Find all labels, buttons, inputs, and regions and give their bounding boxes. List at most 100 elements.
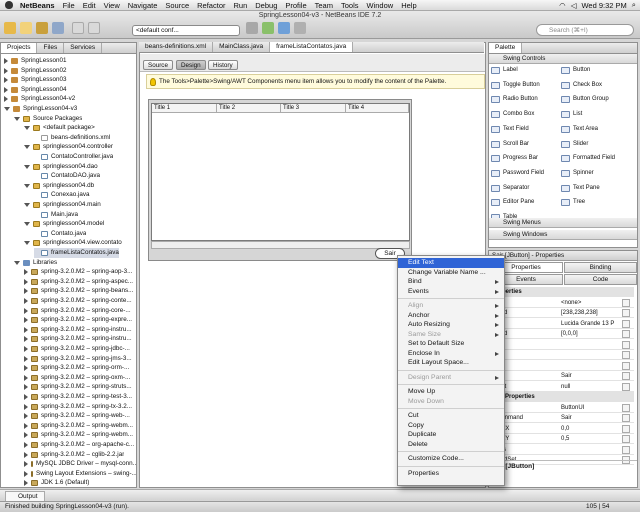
expanded-arrow-icon[interactable] — [4, 107, 10, 111]
palette-item[interactable]: Text Area — [561, 125, 598, 134]
expanded-arrow-icon[interactable] — [24, 222, 30, 227]
palette-item[interactable]: Tree — [561, 198, 585, 207]
menu-edit[interactable]: Edit — [79, 1, 100, 10]
property-row[interactable]: ssIDButtonUI — [489, 403, 634, 413]
tree-package[interactable]: springlesson04.controller — [24, 142, 113, 152]
palette-item[interactable]: Editor Pane — [491, 198, 534, 207]
context-menu-item-delete[interactable]: Delete — [398, 440, 504, 450]
ellipsis-button[interactable] — [622, 445, 630, 454]
wifi-icon[interactable]: ◠ — [559, 1, 566, 10]
tree-library[interactable]: spring-3.2.0.M2 – org-apache-c... — [24, 440, 134, 450]
tree-file[interactable]: beans-definitions.xml — [34, 133, 110, 143]
collapsed-arrow-icon[interactable] — [24, 346, 28, 352]
menu-window[interactable]: Window — [363, 1, 398, 10]
tree-library[interactable]: spring-3.2.0.M2 – spring-instru... — [24, 325, 132, 335]
tree-package[interactable]: springlesson04.model — [24, 219, 104, 229]
collapsed-arrow-icon[interactable] — [4, 86, 8, 93]
menu-view[interactable]: View — [100, 1, 124, 10]
config-select[interactable]: <default conf... — [132, 25, 240, 36]
property-value[interactable]: <none> — [561, 298, 581, 308]
collapsed-arrow-icon[interactable] — [24, 432, 28, 439]
tree-library[interactable]: spring-3.2.0.M2 – spring-beans... — [24, 286, 133, 296]
property-row[interactable]: onic — [489, 361, 634, 371]
source-tab[interactable]: Source — [143, 60, 173, 70]
tree-library[interactable]: spring-3.2.0.M2 – spring-conte... — [24, 296, 132, 306]
menu-debug[interactable]: Debug — [251, 1, 281, 10]
expanded-arrow-icon[interactable] — [24, 241, 30, 246]
property-value[interactable]: Sair — [561, 413, 572, 423]
context-menu-item-properties[interactable]: Properties — [398, 469, 504, 479]
apple-icon[interactable] — [5, 1, 13, 9]
expanded-arrow-icon[interactable] — [24, 183, 30, 188]
ellipsis-button[interactable] — [622, 435, 630, 443]
tree-library[interactable]: spring-3.2.0.M2 – spring-jms-3... — [24, 354, 132, 364]
build-icon[interactable] — [246, 22, 258, 34]
tree-library[interactable]: spring-3.2.0.M2 – spring-instru... — [24, 334, 132, 344]
properties-tab-code[interactable]: Code — [564, 274, 637, 285]
tree-file[interactable]: Conexao.java — [34, 190, 90, 200]
expanded-arrow-icon[interactable] — [24, 145, 30, 150]
property-row[interactable]: round[0,0,0] — [489, 329, 634, 339]
tree-library[interactable]: spring-3.2.0.M2 – spring-web-... — [24, 411, 130, 421]
menu-source[interactable]: Source — [161, 1, 193, 10]
tree-library[interactable]: spring-3.2.0.M2 – spring-oxm-... — [24, 373, 130, 383]
menu-tools[interactable]: Tools — [337, 1, 363, 10]
property-value[interactable]: [0,0,0] — [561, 329, 578, 339]
context-menu-item-cut[interactable]: Cut — [398, 411, 504, 421]
ellipsis-button[interactable] — [622, 382, 630, 391]
property-row[interactable]: crolls — [489, 445, 634, 455]
palette-item[interactable]: Text Field — [491, 125, 529, 134]
expanded-arrow-icon[interactable] — [14, 116, 20, 121]
volume-icon[interactable]: ◁ — [571, 1, 577, 10]
open-project-icon[interactable] — [36, 22, 48, 34]
palette-item[interactable]: Combo Box — [491, 110, 534, 119]
context-menu-item-duplicate[interactable]: Duplicate — [398, 430, 504, 440]
debug-icon[interactable] — [278, 22, 290, 34]
editor-tab[interactable]: MainClass.java — [213, 42, 271, 52]
palette-item[interactable]: Button — [561, 66, 590, 75]
tree-project[interactable]: SpringLesson03 — [4, 75, 67, 85]
palette-item[interactable]: List — [561, 110, 582, 119]
menu-help[interactable]: Help — [397, 1, 420, 10]
design-tab[interactable]: Design — [176, 60, 206, 70]
menu-run[interactable]: Run — [230, 1, 252, 10]
palette-item[interactable]: Scroll Bar — [491, 140, 529, 149]
context-menu-item-edit-text[interactable]: Edit Text — [398, 258, 504, 268]
tree-library[interactable]: spring-3.2.0.M2 – spring-jdbc-... — [24, 344, 130, 354]
ellipsis-button[interactable] — [622, 330, 630, 338]
palette-item[interactable]: Password Field — [491, 169, 544, 178]
palette-item[interactable]: Toggle Button — [491, 81, 540, 90]
tree-package[interactable]: springlesson04.dao — [24, 162, 98, 172]
swing-controls-header[interactable]: Swing Controls — [489, 54, 637, 64]
ellipsis-button[interactable] — [622, 403, 630, 412]
collapsed-arrow-icon[interactable] — [24, 461, 28, 468]
tab-projects[interactable]: Projects — [1, 43, 38, 53]
expanded-arrow-icon[interactable] — [14, 260, 20, 265]
app-menu[interactable]: NetBeans — [16, 1, 59, 10]
tree-library[interactable]: spring-3.2.0.M2 – spring-core-... — [24, 306, 131, 316]
collapsed-arrow-icon[interactable] — [24, 365, 28, 372]
property-row[interactable]: mentX0,0 — [489, 424, 634, 434]
property-row[interactable] — [489, 340, 634, 350]
collapsed-arrow-icon[interactable] — [24, 336, 28, 343]
ellipsis-button[interactable] — [622, 340, 630, 349]
context-menu-item-edit-layout-space[interactable]: Edit Layout Space... — [398, 358, 504, 368]
palette-item[interactable]: Progress Bar — [491, 154, 538, 163]
tree-library[interactable]: spring-3.2.0.M2 – spring-tx-3.2... — [24, 402, 132, 412]
tree-library[interactable]: MySQL JDBC Driver – mysql-conn... — [24, 459, 136, 469]
property-row[interactable]: Lucida Grande 13 P — [489, 319, 634, 329]
tree-library[interactable]: Swing Layout Extensions – swing-... — [24, 469, 136, 479]
collapsed-arrow-icon[interactable] — [24, 298, 28, 304]
property-row[interactable] — [489, 350, 634, 360]
tree-library[interactable]: spring-3.2.0.M2 – spring-orm-... — [24, 363, 129, 373]
collapsed-arrow-icon[interactable] — [24, 355, 28, 362]
tab-services[interactable]: Services — [64, 43, 103, 53]
collapsed-arrow-icon[interactable] — [24, 403, 28, 410]
property-row[interactable]: nCommand Sair — [489, 413, 634, 423]
palette-item[interactable]: Spinner — [561, 169, 594, 178]
table-column-header[interactable]: Title 3 — [281, 104, 346, 113]
tree-project[interactable]: SpringLesson04 — [4, 85, 67, 95]
property-value[interactable]: 0,0 — [561, 424, 569, 434]
search-input[interactable]: Search (⌘+I) — [536, 24, 634, 36]
menu-refactor[interactable]: Refactor — [193, 1, 229, 10]
